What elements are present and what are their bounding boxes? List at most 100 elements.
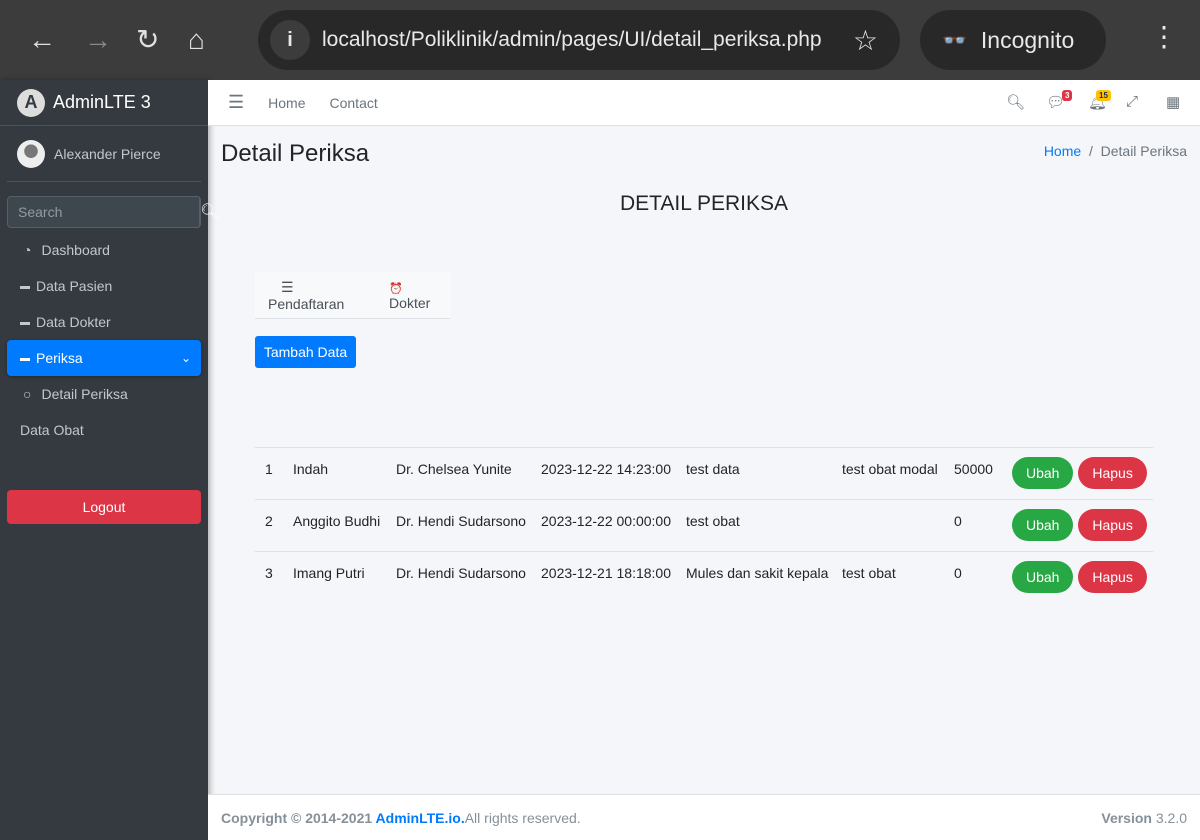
table-cell: 2023-12-21 18:18:00 xyxy=(541,551,686,604)
delete-button[interactable]: Hapus xyxy=(1078,509,1147,541)
breadcrumb-home[interactable]: Home xyxy=(1044,143,1081,159)
adminlte-link[interactable]: AdminLTE.io. xyxy=(376,810,465,826)
actions-cell: Ubah Hapus xyxy=(1012,499,1153,552)
tachometer-icon: ◔ xyxy=(23,242,32,258)
nav-home[interactable]: Home xyxy=(268,95,305,111)
hamburger-icon[interactable]: ☰ xyxy=(228,92,244,113)
table-cell: test data xyxy=(686,447,842,500)
table-cell: 2023-12-22 14:23:00 xyxy=(541,447,686,500)
user-panel[interactable]: Alexander Pierce xyxy=(7,126,201,182)
tab-pendaftaran[interactable]: ☰ Pendaftaran xyxy=(268,279,361,312)
edit-button[interactable]: Ubah xyxy=(1012,561,1074,593)
back-icon[interactable]: ← xyxy=(28,22,56,58)
table-cell: test obat xyxy=(842,551,954,604)
grid-icon[interactable]: ▦ xyxy=(1166,93,1180,111)
add-data-button[interactable]: Tambah Data xyxy=(255,336,356,368)
url-text[interactable]: localhost/Poliklinik/admin/pages/UI/deta… xyxy=(322,28,853,52)
table-cell: 0 xyxy=(954,499,1012,552)
sidebar-item-label: Data Obat xyxy=(20,422,84,438)
table-cell xyxy=(842,499,954,552)
sidebar-item-dashboard[interactable]: ◔ Dashboard xyxy=(7,232,201,268)
forward-icon[interactable]: → xyxy=(84,22,112,58)
table-cell: Anggito Budhi xyxy=(293,499,396,552)
breadcrumb-current: Detail Periksa xyxy=(1100,143,1187,159)
edit-button[interactable]: Ubah xyxy=(1012,457,1074,489)
rights-text: All rights reserved. xyxy=(464,809,581,826)
sidebar-item-data-dokter[interactable]: ▬ Data Dokter xyxy=(7,304,201,340)
logout-button[interactable]: Logout xyxy=(7,490,201,524)
sidebar-item-data-obat[interactable]: Data Obat xyxy=(7,412,201,448)
page-title: Detail Periksa xyxy=(221,140,370,167)
search-input[interactable] xyxy=(8,197,199,227)
table-cell: test obat modal xyxy=(842,447,954,500)
bell-icon[interactable]: 🔔︎ 15 xyxy=(1088,90,1111,111)
info-icon[interactable]: i xyxy=(270,20,310,60)
address-bar[interactable]: i localhost/Poliklinik/admin/pages/UI/de… xyxy=(258,10,900,70)
copyright-text: Copyright © 2014-2021 xyxy=(221,809,376,826)
avatar xyxy=(17,139,45,168)
browser-chrome: ← → ↻ ⌂ i localhost/Poliklinik/admin/pag… xyxy=(0,0,1200,80)
table-cell: 1 xyxy=(255,447,293,500)
user-name[interactable]: Alexander Pierce xyxy=(54,146,161,162)
periksa-table: 1 Indah Dr. Chelsea Yunite 2023-12-22 14:23… xyxy=(255,447,1153,604)
search-icon[interactable]: 🔍︎ xyxy=(1006,93,1025,111)
reload-icon[interactable]: ↻ xyxy=(136,22,159,58)
sidebar-item-periksa[interactable]: ▬ Periksa ⌄ xyxy=(7,340,201,376)
table-cell: Dr. Hendi Sudarsono xyxy=(396,499,541,552)
footer: Copyright © 2014-2021 AdminLTE.io. All r… xyxy=(208,794,1200,840)
ticket-icon: ▬ xyxy=(20,352,30,364)
brand-text: AdminLTE 3 xyxy=(53,92,151,112)
table-cell: Indah xyxy=(293,447,396,500)
section-heading: DETAIL PERIKSA xyxy=(619,192,789,215)
ticket-icon: ▬ xyxy=(20,316,30,328)
sidebar-item-label: Data Dokter xyxy=(36,314,111,330)
nav-contact[interactable]: Contact xyxy=(330,95,378,111)
version-number: 3.2.0 xyxy=(1151,809,1187,826)
home-icon[interactable]: ⌂ xyxy=(188,22,205,58)
edit-button[interactable]: Ubah xyxy=(1012,509,1074,541)
sidebar-search: 🔍︎ xyxy=(7,196,220,228)
table-cell: Mules dan sakit kepala xyxy=(686,551,842,604)
tab-label: Dokter xyxy=(389,295,431,311)
chevron-down-icon: ⌄ xyxy=(180,351,191,365)
table-row: 1 Indah Dr. Chelsea Yunite 2023-12-22 14:23… xyxy=(255,447,1153,500)
sidebar: A AdminLTE 3 Alexander Pierce 🔍︎ ◔ Dashboa… xyxy=(0,80,220,840)
messages-badge: 3 xyxy=(1062,90,1073,101)
sidebar-item-detail-periksa[interactable]: ○ Detail Periksa xyxy=(7,376,201,412)
comments-icon[interactable]: 💬︎ 3 xyxy=(1046,90,1073,111)
ticket-icon: ▬ xyxy=(20,280,30,292)
table-cell: Imang Putri xyxy=(293,551,396,604)
table-cell: 2 xyxy=(255,499,293,552)
table-cell: 50000 xyxy=(954,447,1012,500)
fullscreen-icon[interactable]: ⤢ xyxy=(1126,93,1138,110)
table-row: 3 Imang Putri Dr. Hendi Sudarsono 2023-12-2… xyxy=(255,551,1153,604)
incognito-badge[interactable]: 👓 Incognito xyxy=(920,10,1106,70)
delete-button[interactable]: Hapus xyxy=(1078,561,1147,593)
actions-cell: Ubah Hapus xyxy=(1012,447,1153,500)
table-cell: test obat xyxy=(686,499,842,552)
table-cell: 0 xyxy=(954,551,1012,604)
sidebar-item-label: Detail Periksa xyxy=(41,386,128,402)
table-cell: Dr. Chelsea Yunite xyxy=(396,447,541,500)
incognito-label: Incognito xyxy=(980,26,1075,53)
incognito-icon: 👓 xyxy=(942,29,967,52)
sidebar-item-label: Periksa xyxy=(36,350,83,366)
table-cell: Dr. Hendi Sudarsono xyxy=(396,551,541,604)
notifications-badge: 15 xyxy=(1096,90,1111,101)
tab-dokter[interactable]: ⏰ Dokter xyxy=(389,279,434,311)
sidebar-item-label: Dashboard xyxy=(41,242,110,258)
breadcrumb: Home / Detail Periksa xyxy=(1043,143,1187,159)
actions-cell: Ubah Hapus xyxy=(1012,551,1153,604)
menu-kebab-icon[interactable]: ⋮ xyxy=(1150,20,1178,53)
table-row: 2 Anggito Budhi Dr. Hendi Sudarsono 2023-12… xyxy=(255,499,1153,552)
delete-button[interactable]: Hapus xyxy=(1078,457,1147,489)
sidebar-item-label: Data Pasien xyxy=(36,278,113,294)
tab-label: Pendaftaran xyxy=(268,295,345,312)
star-icon[interactable]: ☆ xyxy=(853,24,878,57)
sidebar-item-data-pasien[interactable]: ▬ Data Pasien xyxy=(7,268,201,304)
clock-icon: ⏰ xyxy=(389,283,403,295)
table-cell: 3 xyxy=(255,551,293,604)
brand-link[interactable]: A AdminLTE 3 xyxy=(0,80,208,126)
version-label: Version xyxy=(1101,809,1152,826)
table-cell: 2023-12-22 00:00:00 xyxy=(541,499,686,552)
